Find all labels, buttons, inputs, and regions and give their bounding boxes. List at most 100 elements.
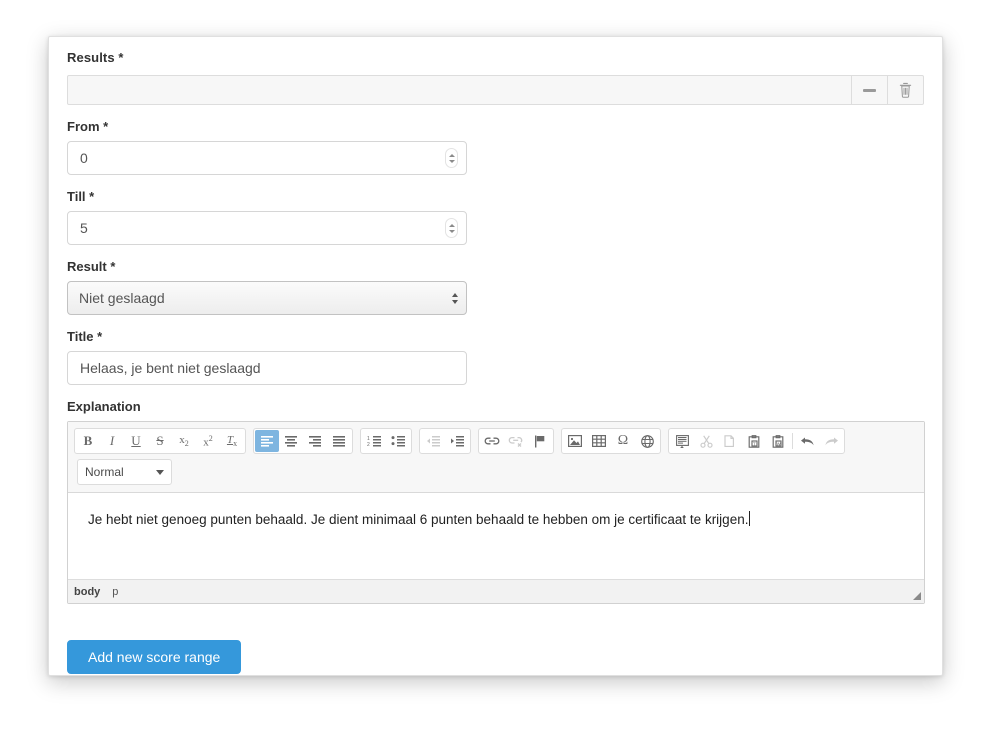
- stepper-down-icon: [448, 159, 455, 163]
- results-panel: Results * From * 0 Till * 5 Result * Nie…: [48, 36, 943, 676]
- explanation-label: Explanation: [67, 399, 141, 414]
- stepper-up-icon: [448, 153, 455, 157]
- toolbar-group-alignment: [253, 428, 353, 454]
- from-input[interactable]: [67, 141, 467, 175]
- add-score-range-button[interactable]: Add new score range: [67, 640, 242, 674]
- svg-text:2: 2: [367, 442, 370, 447]
- from-stepper[interactable]: [445, 148, 458, 168]
- align-right-icon: [309, 436, 321, 447]
- copy-button[interactable]: [718, 430, 742, 452]
- till-control-wrap: [67, 211, 467, 245]
- numbered-list-button[interactable]: 1 2: [362, 430, 386, 452]
- editor-toolbar-row-2: Normal: [72, 457, 920, 489]
- title-label: Title *: [67, 329, 103, 344]
- subscript-button[interactable]: x2: [172, 430, 196, 452]
- paste-word-button[interactable]: W: [766, 430, 790, 452]
- image-button[interactable]: [563, 430, 587, 452]
- align-right-button[interactable]: [303, 430, 327, 452]
- iframe-button[interactable]: [635, 430, 659, 452]
- stepper-up-icon: [448, 223, 455, 227]
- templates-button[interactable]: [670, 430, 694, 452]
- editor-content-area[interactable]: Je hebt niet genoeg punten behaald. Je d…: [68, 493, 924, 579]
- align-justify-icon: [333, 436, 345, 447]
- till-label: Till *: [67, 189, 95, 204]
- bulleted-list-icon: [391, 436, 405, 447]
- paragraph-format-select[interactable]: Normal: [77, 459, 172, 485]
- paste-word-icon: W: [772, 434, 783, 448]
- title-input[interactable]: [67, 351, 467, 385]
- from-label: From *: [67, 119, 109, 134]
- outdent-button[interactable]: [421, 430, 445, 452]
- rich-text-editor: B I U S x2 x2 Tx 1 2 Ω T W Normal Je heb…: [67, 421, 925, 604]
- score-range-header-strip: [67, 75, 924, 105]
- remove-format-button[interactable]: Tx: [220, 430, 244, 452]
- bulleted-list-button[interactable]: [386, 430, 410, 452]
- unlink-icon: [508, 436, 523, 447]
- stepper-down-icon: [448, 229, 455, 233]
- field-title: Title *: [67, 329, 924, 385]
- table-icon: [592, 435, 606, 447]
- image-icon: [568, 435, 582, 447]
- toolbar-separator: [792, 433, 793, 449]
- align-justify-button[interactable]: [327, 430, 351, 452]
- field-explanation: Explanation B I U S x2 x2 Tx 1 2 Ω T W N…: [67, 399, 925, 604]
- redo-icon: [824, 437, 838, 446]
- undo-button[interactable]: [795, 430, 819, 452]
- globe-icon: [640, 434, 654, 448]
- delete-button[interactable]: [887, 76, 923, 104]
- paste-text-button[interactable]: T: [742, 430, 766, 452]
- from-control-wrap: [67, 141, 467, 175]
- cut-button[interactable]: [694, 430, 718, 452]
- editor-text: Je hebt niet genoeg punten behaald. Je d…: [88, 512, 749, 527]
- special-character-button[interactable]: Ω: [611, 430, 635, 452]
- indent-button[interactable]: [445, 430, 469, 452]
- editor-toolbar-row-1: B I U S x2 x2 Tx 1 2 Ω T W: [72, 427, 920, 457]
- editor-element-path: body p: [68, 579, 924, 603]
- numbered-list-icon: 1 2: [367, 436, 381, 447]
- unlink-button[interactable]: [504, 430, 528, 452]
- till-stepper[interactable]: [445, 218, 458, 238]
- bold-button[interactable]: B: [76, 430, 100, 452]
- result-label: Result *: [67, 259, 116, 274]
- anchor-button[interactable]: [528, 430, 552, 452]
- result-select[interactable]: Niet geslaagd: [67, 281, 467, 315]
- resize-handle-icon[interactable]: [910, 589, 921, 600]
- collapse-button[interactable]: [851, 76, 887, 104]
- path-item-body[interactable]: body: [74, 586, 100, 598]
- path-item-p[interactable]: p: [112, 586, 118, 598]
- strikethrough-button[interactable]: S: [148, 430, 172, 452]
- chevron-down-icon: [156, 469, 164, 475]
- toolbar-group-links: [478, 428, 554, 454]
- toolbar-group-clipboard: T W: [668, 428, 845, 454]
- editor-toolbar: B I U S x2 x2 Tx 1 2 Ω T W Normal: [68, 422, 924, 493]
- toolbar-group-insert: Ω: [561, 428, 661, 454]
- align-center-button[interactable]: [279, 430, 303, 452]
- flag-icon: [535, 435, 545, 447]
- align-left-button[interactable]: [255, 430, 279, 452]
- superscript-button[interactable]: x2: [196, 430, 220, 452]
- redo-button[interactable]: [819, 430, 843, 452]
- underline-button[interactable]: U: [124, 430, 148, 452]
- toolbar-group-indent: [419, 428, 471, 454]
- templates-icon: [675, 434, 689, 448]
- align-center-icon: [285, 436, 297, 447]
- link-button[interactable]: [480, 430, 504, 452]
- outdent-icon: [426, 436, 440, 447]
- copy-icon: [723, 434, 734, 447]
- page-title: Results *: [67, 50, 124, 65]
- toolbar-group-basic-styles: B I U S x2 x2 Tx: [74, 428, 246, 454]
- editor-paragraph: Je hebt niet genoeg punten behaald. Je d…: [88, 511, 904, 529]
- score-range-header-actions: [851, 76, 923, 104]
- text-cursor: [749, 511, 751, 526]
- undo-icon: [800, 437, 814, 446]
- italic-button[interactable]: I: [100, 430, 124, 452]
- scissors-icon: [699, 434, 713, 448]
- align-left-icon: [261, 436, 273, 447]
- table-button[interactable]: [587, 430, 611, 452]
- field-till: Till *: [67, 189, 924, 245]
- paste-text-icon: T: [748, 434, 759, 448]
- select-arrows-icon: [444, 292, 466, 304]
- toolbar-group-lists: 1 2: [360, 428, 412, 454]
- till-input[interactable]: [67, 211, 467, 245]
- field-from: From *: [67, 119, 924, 175]
